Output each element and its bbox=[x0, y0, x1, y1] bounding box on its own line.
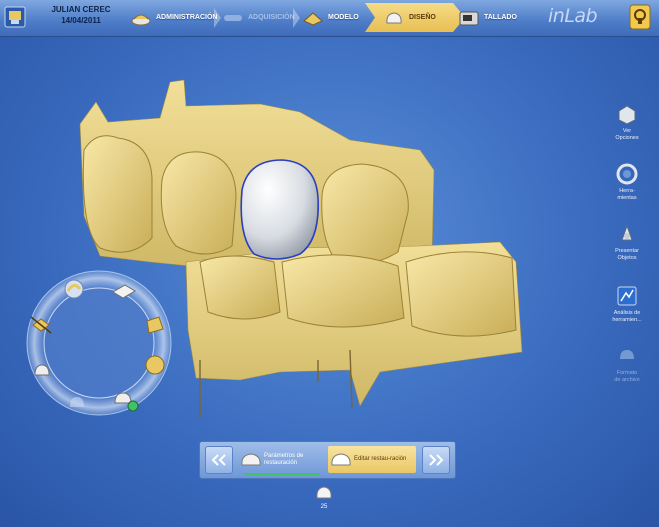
file-format-icon bbox=[620, 350, 634, 359]
radial-menu[interactable] bbox=[23, 267, 175, 419]
milling-machine-icon bbox=[459, 11, 479, 25]
bottom-item-label: Parámetros de restauración bbox=[264, 452, 304, 466]
patient-name: JULIAN CEREC bbox=[51, 5, 111, 14]
file-format-label: Formato de archivo bbox=[614, 370, 640, 383]
previous-button[interactable] bbox=[205, 446, 233, 474]
step-separator bbox=[293, 8, 300, 28]
radial-tool-left-lower[interactable] bbox=[34, 364, 50, 376]
bottom-item-label: Editar restau-ración bbox=[354, 456, 407, 462]
step-tallado[interactable]: TALLADO bbox=[458, 3, 517, 32]
step-modelo[interactable]: MODELO bbox=[302, 3, 359, 32]
present-objects-label: Presentar Objetos bbox=[615, 248, 639, 261]
lower-tooth-1 bbox=[199, 255, 281, 320]
analysis-button[interactable]: Análisis de herramien... bbox=[603, 284, 651, 324]
top-toolbar: JULIAN CEREC 14/04/2011 ADMINISTRACIÓN A… bbox=[0, 0, 659, 37]
bottom-item-editar[interactable]: Editar restau-ración bbox=[328, 446, 416, 473]
next-button[interactable] bbox=[422, 446, 450, 474]
analysis-label: Análisis de herramien... bbox=[612, 310, 642, 323]
brand-logo: inLab bbox=[548, 5, 598, 27]
lower-tooth-3 bbox=[405, 251, 517, 337]
administration-icon bbox=[131, 14, 151, 25]
tooth-tab[interactable]: 25 bbox=[313, 484, 335, 510]
upper-tooth-premolar bbox=[160, 151, 237, 255]
upper-tooth-right bbox=[321, 163, 409, 265]
analysis-icon bbox=[617, 286, 637, 306]
cerec-logo-icon[interactable] bbox=[4, 5, 26, 29]
step-label: ADMINISTRACIÓN bbox=[156, 14, 218, 21]
step-label: ADQUISICIÓN bbox=[248, 14, 295, 21]
patient-info: JULIAN CEREC 14/04/2011 bbox=[46, 4, 116, 26]
double-chevron-left-icon bbox=[211, 454, 226, 466]
upper-tooth-left bbox=[82, 135, 153, 253]
step-label: TALLADO bbox=[484, 14, 517, 21]
tooth-edit-icon bbox=[331, 452, 351, 465]
help-lock-icon[interactable] bbox=[629, 4, 651, 30]
tooth-number: 25 bbox=[320, 504, 328, 510]
radial-tool-top[interactable] bbox=[64, 279, 84, 299]
step-label: MODELO bbox=[328, 14, 359, 21]
view-options-label: Ver Opciones bbox=[615, 128, 639, 141]
tools-ring-icon bbox=[616, 163, 638, 185]
step-progress-bar bbox=[245, 473, 320, 475]
tooth-icon bbox=[241, 452, 261, 465]
bottom-item-parametros[interactable]: Parámetros de restauración bbox=[238, 446, 326, 473]
step-adquisicion: ADQUISICIÓN bbox=[222, 3, 295, 32]
step-administracion[interactable]: ADMINISTRACIÓN bbox=[130, 3, 217, 32]
model-icon bbox=[303, 11, 323, 26]
designed-crown[interactable] bbox=[240, 159, 319, 260]
step-diseno[interactable]: DISEÑO bbox=[365, 3, 465, 32]
file-format-button: Formato de archivo bbox=[603, 344, 651, 384]
present-objects-icon bbox=[621, 224, 633, 241]
patient-date: 14/04/2011 bbox=[61, 16, 101, 25]
tooth-icon bbox=[316, 486, 332, 499]
tools-label: Herra- mientas bbox=[617, 188, 637, 201]
view-options-button[interactable]: Ver Opciones bbox=[603, 102, 651, 142]
design-crown-icon bbox=[386, 11, 402, 23]
radial-tool-right-lower[interactable] bbox=[145, 355, 165, 375]
tools-button[interactable]: Herra- mientas bbox=[603, 162, 651, 202]
lower-tooth-2 bbox=[281, 254, 405, 328]
view-options-icon bbox=[618, 105, 636, 125]
camera-icon bbox=[224, 14, 242, 21]
step-separator bbox=[214, 8, 221, 28]
bottom-step-navigator: Parámetros de restauración Editar restau… bbox=[199, 441, 456, 479]
present-objects-button[interactable]: Presentar Objetos bbox=[603, 222, 651, 262]
step-label: DISEÑO bbox=[409, 14, 436, 21]
double-chevron-right-icon bbox=[429, 454, 444, 466]
